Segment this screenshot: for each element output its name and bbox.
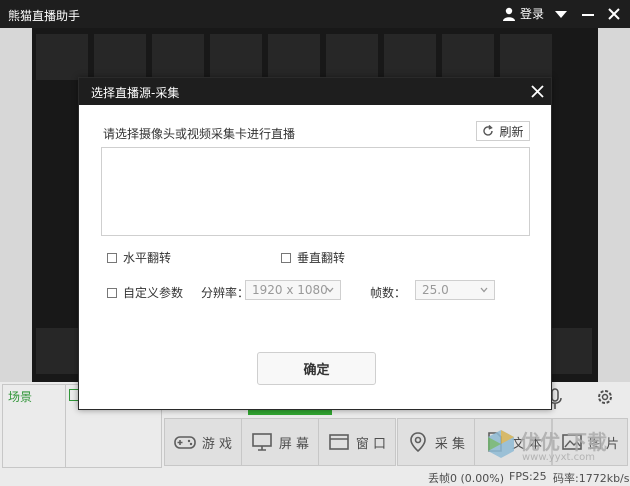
refresh-button[interactable]: 刷新 <box>476 121 530 141</box>
title-bar: 熊猫直播助手 登录 <box>0 0 630 28</box>
flip-vertical-checkbox[interactable]: 垂直翻转 <box>281 249 345 266</box>
chevron-down-icon <box>326 287 334 293</box>
flip-horizontal-label: 水平翻转 <box>123 251 172 265</box>
resolution-label: 分辨率： <box>201 286 250 300</box>
dropdown-menu-icon[interactable] <box>553 6 569 22</box>
flip-horizontal-checkbox[interactable]: 水平翻转 <box>107 249 171 266</box>
dialog-title: 选择直播源-采集 <box>91 86 180 100</box>
fps-label: 帧数： <box>370 286 407 300</box>
login-label: 登录 <box>520 7 545 21</box>
resolution-value: 1920 x 1080 <box>252 283 328 297</box>
refresh-label: 刷新 <box>499 124 524 139</box>
custom-params-label: 自定义参数 <box>123 286 184 300</box>
dialog-header: 选择直播源-采集 <box>79 78 551 105</box>
fps-select[interactable]: 25.0 <box>415 280 495 300</box>
app-title: 熊猫直播助手 <box>8 9 81 23</box>
confirm-button[interactable]: 确定 <box>257 352 376 385</box>
capture-source-dialog: 选择直播源-采集 请选择摄像头或视频采集卡进行直播 刷新 水平翻转 垂直翻转 自… <box>78 77 552 410</box>
checkbox-box <box>107 287 117 298</box>
checkbox-box <box>281 252 291 263</box>
fps-value: 25.0 <box>422 283 449 297</box>
refresh-icon <box>483 125 494 136</box>
dialog-prompt: 请选择摄像头或视频采集卡进行直播 <box>103 127 296 141</box>
login-button[interactable]: 登录 <box>502 5 544 22</box>
user-icon <box>503 7 515 21</box>
minimize-icon[interactable] <box>580 6 596 22</box>
chevron-down-icon <box>480 287 488 293</box>
resolution-select[interactable]: 1920 x 1080 <box>245 280 341 300</box>
checkbox-box <box>107 252 117 263</box>
device-list[interactable] <box>101 147 530 236</box>
dialog-close-icon[interactable] <box>531 85 544 98</box>
flip-vertical-label: 垂直翻转 <box>297 251 346 265</box>
custom-params-checkbox[interactable]: 自定义参数 <box>107 284 183 301</box>
close-icon[interactable] <box>606 6 622 22</box>
